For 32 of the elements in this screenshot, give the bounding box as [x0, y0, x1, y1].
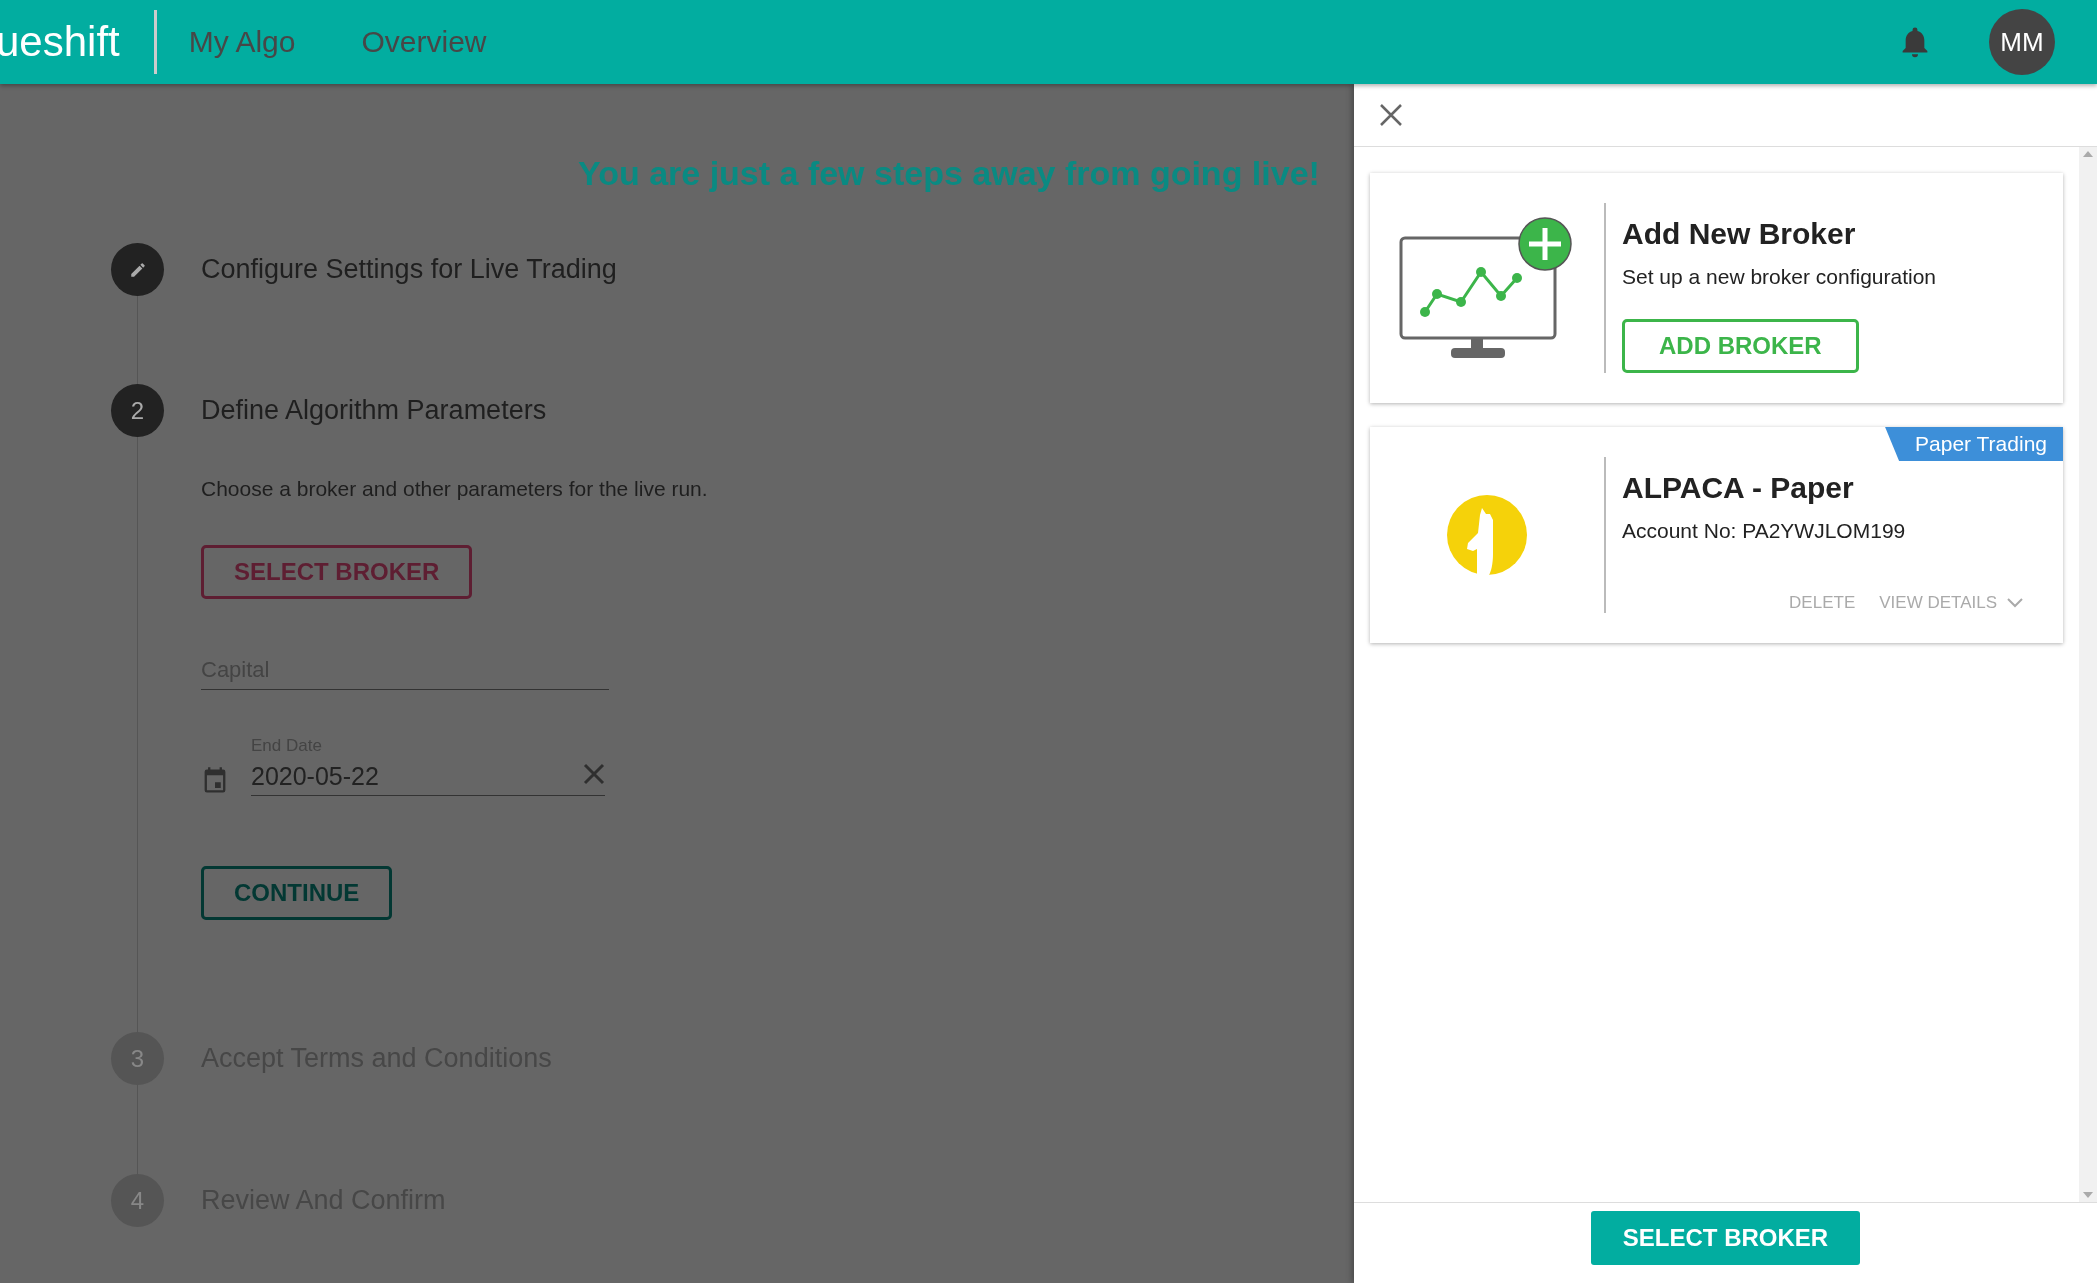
- monitor-icon: [1399, 236, 1557, 358]
- plus-icon: [1518, 217, 1572, 271]
- bell-icon[interactable]: [1901, 26, 1929, 58]
- continue-button[interactable]: CONTINUE: [201, 866, 393, 920]
- clear-icon[interactable]: [583, 762, 605, 785]
- line-graph-icon: [1420, 267, 1522, 317]
- select-broker-button[interactable]: SELECT BROKER: [1590, 1211, 1861, 1265]
- scroll-up-icon[interactable]: [2083, 151, 2093, 157]
- nav-link[interactable]: My Algo: [188, 25, 296, 59]
- broker-name: ALPACA - Paper: [1622, 471, 1854, 505]
- paper-trading-badge: Paper Trading: [1885, 427, 2063, 461]
- close-icon[interactable]: [1380, 104, 1402, 126]
- add-broker-button[interactable]: ADD BROKER: [1622, 319, 1859, 373]
- step-number: 2: [111, 384, 164, 437]
- chevron-down-icon: [2007, 598, 2023, 608]
- account-number: Account No: PA2YWJLOM199: [1622, 519, 1906, 543]
- page-heading: You are just a few steps away from going live!: [578, 154, 1321, 193]
- step-description: Choose a broker and other parameters for the live run.: [201, 477, 708, 501]
- card-title: Add New Broker: [1622, 217, 1856, 251]
- select-broker-button[interactable]: SELECT BROKER: [201, 545, 473, 599]
- llama-logo-icon: [1446, 494, 1528, 576]
- step-title: Configure Settings for Live Trading: [201, 253, 618, 286]
- broker-card[interactable]: Paper Trading ALPACA - Paper Account No: PA2YWJLOM199 DELETE VIEW DETAILS: [1370, 427, 2063, 643]
- nav-link[interactable]: Overview: [361, 25, 487, 59]
- user-avatar[interactable]: MM: [1989, 9, 2055, 75]
- field-value: 2020-05-22: [251, 761, 379, 791]
- pencil-icon: [128, 260, 147, 279]
- step-title: Define Algorithm Parameters: [201, 394, 548, 427]
- scroll-down-icon[interactable]: [2083, 1192, 2093, 1198]
- card-action-link[interactable]: VIEW DETAILS: [1879, 593, 2023, 613]
- card-description: Set up a new broker configuration: [1622, 265, 1937, 289]
- card-action-link[interactable]: DELETE: [1789, 593, 1856, 613]
